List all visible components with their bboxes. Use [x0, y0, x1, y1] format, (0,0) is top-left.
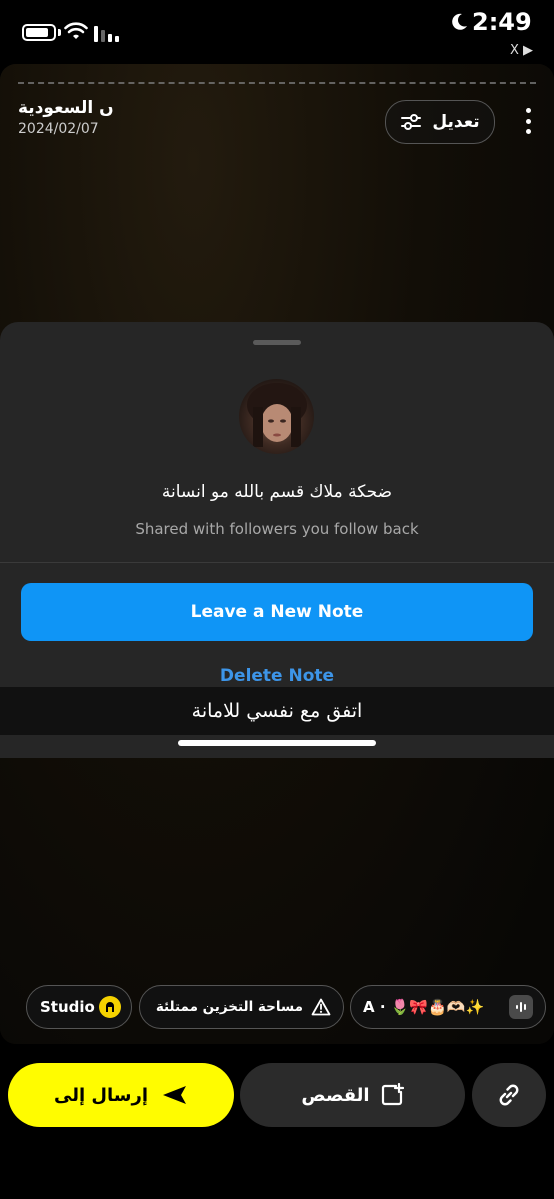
sliders-icon: [401, 114, 422, 130]
music-label: A · 🌷🎀🎂🫶🏻✨: [363, 998, 485, 1016]
home-indicator: [178, 740, 376, 746]
status-bar: 2:49 X ▶: [0, 0, 554, 58]
battery-tip: [58, 29, 61, 36]
link-icon: [499, 1084, 519, 1106]
studio-icon: [99, 996, 121, 1018]
snap-progress-bar: [18, 82, 536, 86]
sheet-handle[interactable]: [253, 340, 301, 345]
send-to-button[interactable]: إرسال إلى: [8, 1063, 234, 1127]
more-vertical-icon[interactable]: [518, 108, 538, 134]
link-button[interactable]: [472, 1063, 546, 1127]
note-audience: Shared with followers you follow back: [135, 520, 419, 538]
stories-button[interactable]: القصص: [240, 1063, 465, 1127]
note-sheet: ضحكة ملاك قسم بالله مو انسانة Shared wit…: [0, 322, 554, 758]
studio-chip[interactable]: Studio: [26, 985, 132, 1029]
add-story-icon: [381, 1083, 404, 1106]
signal-icon: [94, 26, 119, 42]
send-label: إرسال إلى: [53, 1084, 149, 1106]
warning-icon: [311, 998, 331, 1016]
studio-label: Studio: [40, 998, 95, 1016]
moon-icon: [452, 13, 467, 30]
leave-new-note-button[interactable]: Leave a New Note: [21, 583, 533, 641]
divider: [0, 562, 554, 563]
audio-waveform-icon: [509, 995, 533, 1019]
send-arrow-icon: [163, 1086, 187, 1104]
edit-button[interactable]: تعديل: [385, 100, 495, 144]
storage-full-chip[interactable]: مساحة التخزين ممتلئة: [139, 985, 344, 1029]
delete-note-button[interactable]: Delete Note: [0, 666, 554, 686]
snap-location: ں السعودية: [18, 98, 114, 118]
storage-label: مساحة التخزين ممتلئة: [155, 999, 303, 1015]
stories-label: القصص: [301, 1084, 370, 1106]
music-chip[interactable]: A · 🌷🎀🎂🫶🏻✨: [350, 985, 546, 1029]
edit-label: تعديل: [432, 112, 480, 132]
battery-icon: [22, 24, 56, 41]
note-text: ضحكة ملاك قسم بالله مو انسانة: [161, 482, 393, 502]
snap-caption[interactable]: اتفق مع نفسي للامانة: [0, 687, 554, 735]
status-time: 2:49: [472, 8, 532, 36]
avatar: [239, 379, 314, 454]
snap-date: 2024/02/07: [18, 121, 99, 137]
wifi-icon: [64, 22, 88, 39]
app-return-indicator[interactable]: X ▶: [510, 43, 533, 58]
